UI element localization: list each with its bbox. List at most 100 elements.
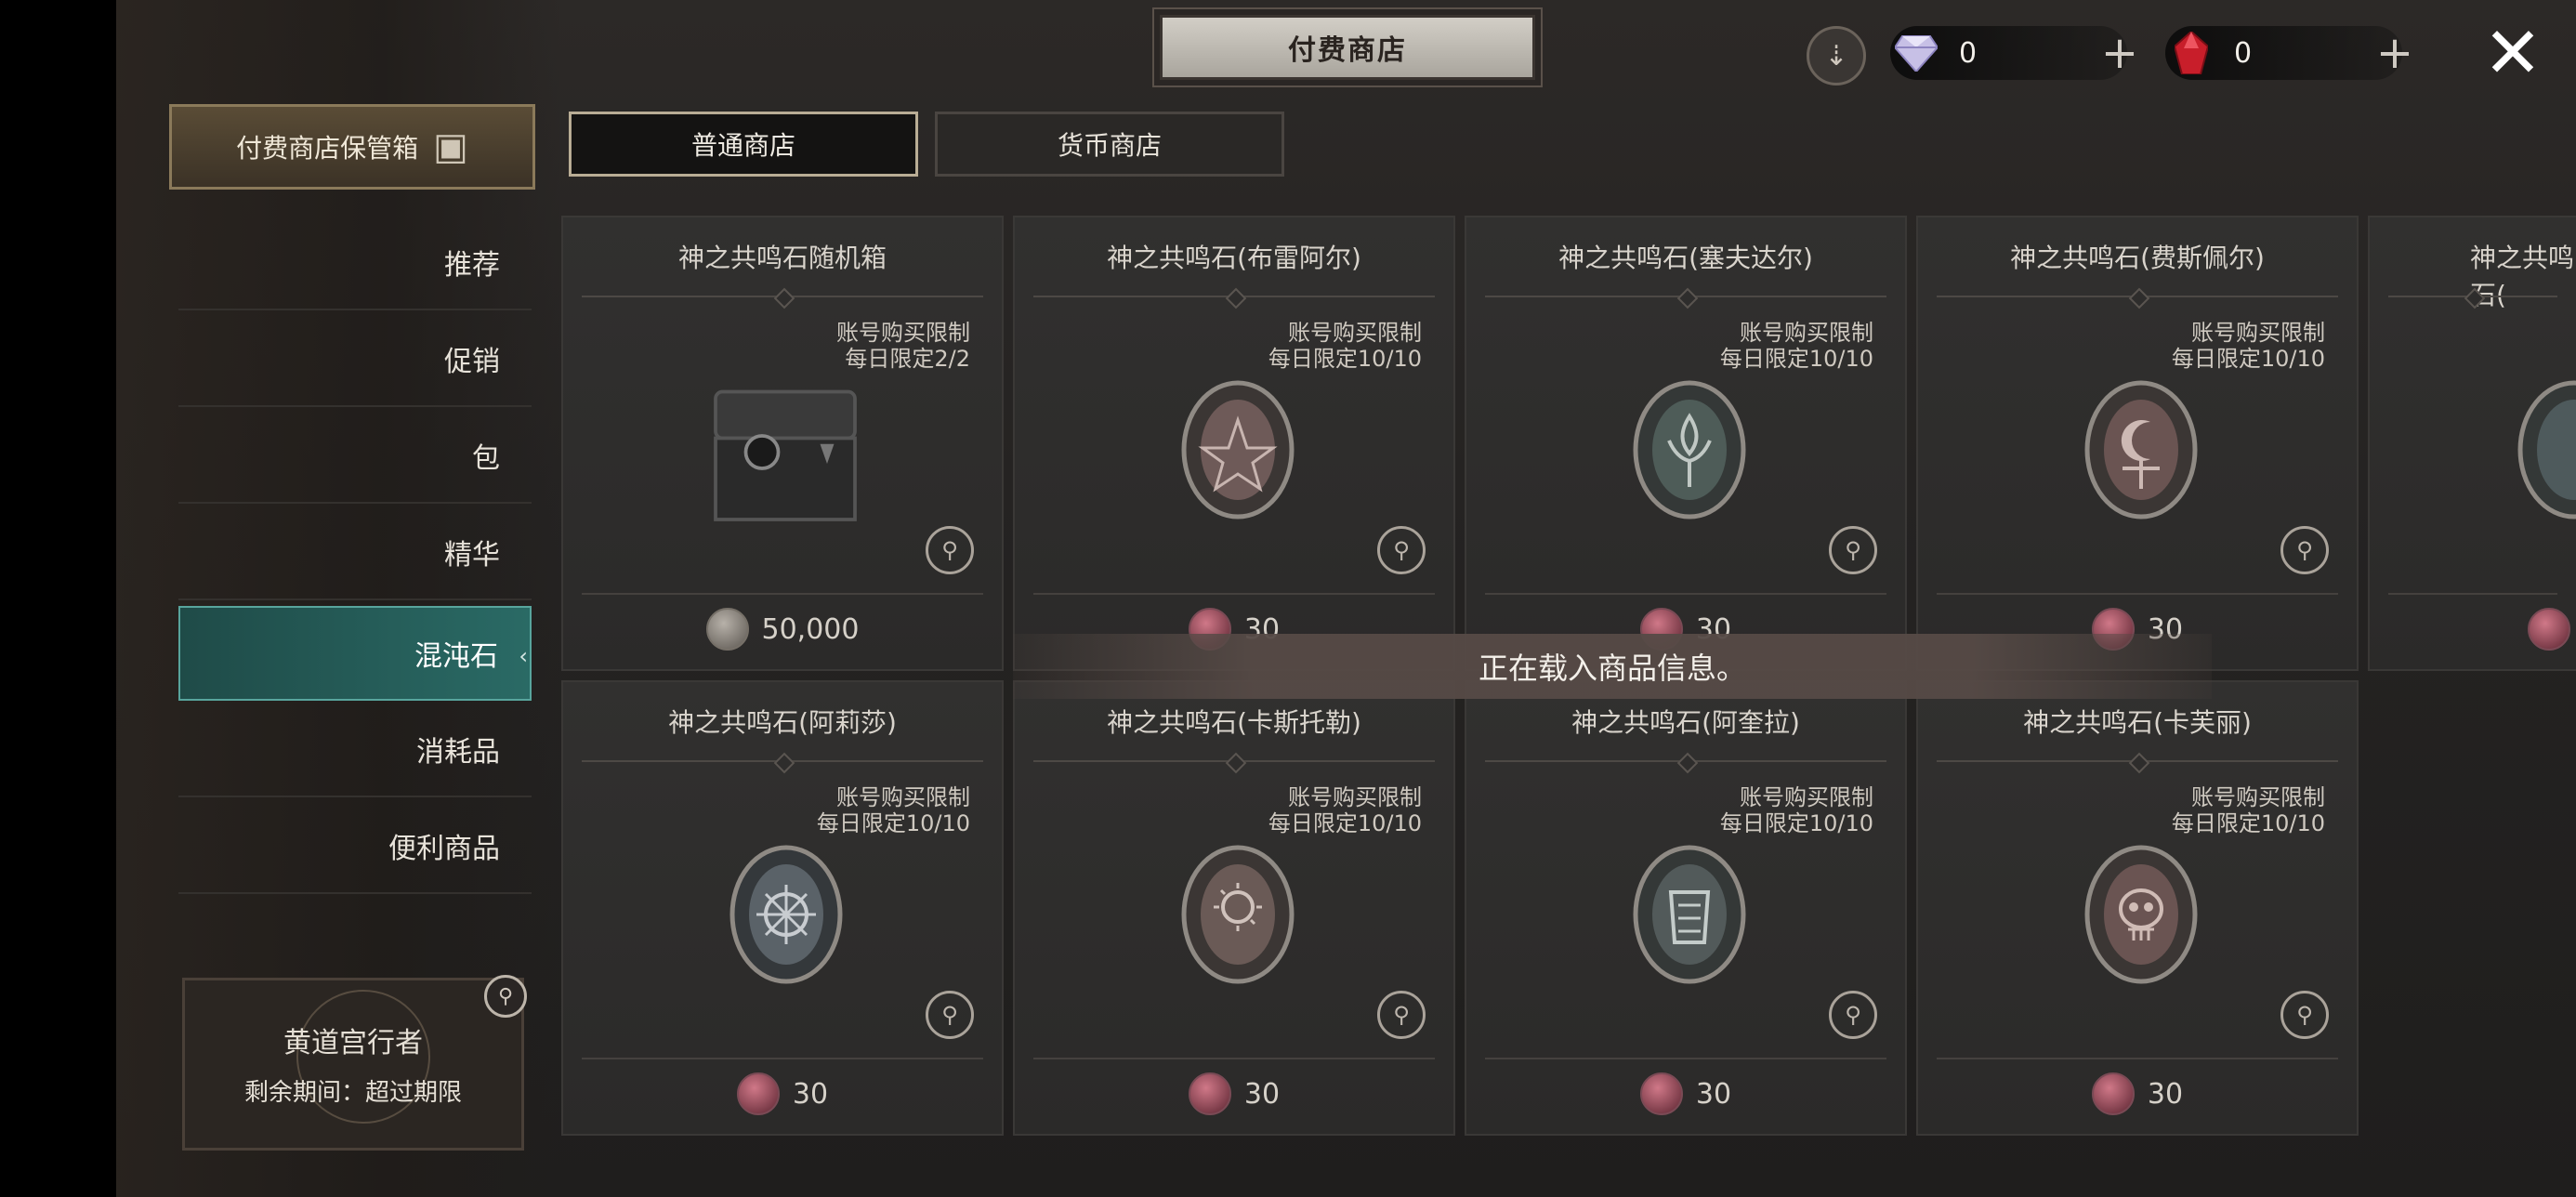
storage-box-button[interactable]: 付费商店保管箱 ▣ [169, 104, 535, 190]
ruby-coin-icon [736, 1072, 780, 1115]
product-name: 神之共鸣石(费斯佩尔) [2010, 243, 2265, 273]
sidebar-item-label: 便利商品 [388, 833, 500, 865]
divider [582, 593, 983, 595]
divider [1033, 296, 1435, 297]
magnifier-icon[interactable]: ⚲ [484, 975, 527, 1018]
magnifier-icon[interactable]: ⚲ [1377, 991, 1426, 1039]
sun-stone-icon [1181, 845, 1295, 984]
diamond-icon [1890, 27, 1942, 79]
ruby-icon [2165, 27, 2217, 79]
product-card[interactable]: 神之共鸣石(阿奎拉) 账号购买限制 每日限定10/10 ⚲ 30 [1465, 680, 1907, 1136]
add-ruby-button[interactable]: + [2368, 26, 2422, 80]
add-diamond-button[interactable]: + [2093, 26, 2147, 80]
product-card[interactable]: 神之共鸣石(布雷阿尔) 账号购买限制 每日限定10/10 ⚲ 30 [1013, 216, 1455, 671]
purchase-limit: 每日限定10/10 [2171, 346, 2325, 372]
price: 30 [563, 1072, 1002, 1115]
divider [582, 760, 983, 762]
ruby-coin-icon [1188, 1072, 1231, 1115]
product-card[interactable]: 神之共鸣石随机箱 账号购买限制 每日限定2/2 ⚲ 50,000 [561, 216, 1004, 671]
divider [2388, 296, 2557, 297]
sidebar-item-recommended[interactable]: 推荐 [178, 216, 532, 310]
loading-toast: 正在载入商品信息。 [1013, 634, 2212, 699]
price-value: 50,000 [761, 612, 860, 646]
close-button[interactable]: ✕ [2479, 11, 2546, 94]
letterbox-bar [0, 0, 116, 1197]
storage-box-label: 付费商店保管箱 [236, 133, 419, 164]
price: 30 [1466, 1072, 1905, 1115]
ruby-coin-icon [1639, 1072, 1683, 1115]
sidebar-item-label: 推荐 [444, 249, 500, 282]
price-value: 30 [1243, 1077, 1281, 1111]
sidebar-item-essence[interactable]: 精华 [178, 506, 532, 600]
divider [1485, 296, 1886, 297]
price: 30 [1918, 1072, 2357, 1115]
magnifier-icon[interactable]: ⚲ [2280, 526, 2329, 574]
price: 30 [1015, 1072, 1453, 1115]
price: 50,000 [563, 608, 1002, 651]
magnifier-icon[interactable]: ⚲ [1377, 526, 1426, 574]
price-value: 30 [1695, 1077, 1732, 1111]
download-button[interactable]: ⇣ [1807, 26, 1866, 86]
tab-currency-shop[interactable]: 货币商店 [935, 112, 1284, 177]
divider [1937, 593, 2338, 595]
product-card[interactable]: 神之共鸣石(卡芙丽) 账号购买限制 每日限定10/10 ⚲ 30 [1916, 680, 2359, 1136]
magnifier-icon[interactable]: ⚲ [926, 526, 974, 574]
ruby-count: 0 [2234, 36, 2253, 70]
magnifier-icon[interactable]: ⚲ [926, 991, 974, 1039]
purchase-limit: 每日限定10/10 [2171, 810, 2325, 836]
purchase-limit: 每日限定10/10 [1719, 810, 1873, 836]
product-card[interactable]: 神之共鸣石(卡斯托勒) 账号购买限制 每日限定10/10 ⚲ 30 [1013, 680, 1455, 1136]
moon-stone-icon [2084, 380, 2198, 520]
sidebar-item-label: 促销 [444, 346, 500, 378]
pass-period: 剩余期间：超过期限 [243, 1079, 462, 1107]
price-value: 30 [2147, 1077, 2184, 1111]
price-value: 30 [792, 1077, 829, 1111]
divider [1485, 593, 1886, 595]
pentagram-stone-icon [1181, 380, 1295, 520]
purchase-limit: 每日限定10/10 [816, 810, 970, 836]
product-card[interactable]: 神之共鸣石(费斯佩尔) 账号购买限制 每日限定10/10 ⚲ 30 [1916, 216, 2359, 671]
divider [1033, 760, 1435, 762]
diamond-count: 0 [1959, 36, 1978, 70]
silver-coin-icon [705, 608, 749, 651]
divider [582, 1058, 983, 1059]
product-name: 神之共鸣石(阿奎拉) [1571, 707, 1800, 738]
pass-card[interactable]: 黄道宫行者 剩余期间：超过期限 ⚲ [182, 975, 527, 1151]
sidebar-item-consumables[interactable]: 消耗品 [178, 703, 532, 797]
magnifier-icon[interactable]: ⚲ [1829, 526, 1877, 574]
sidebar-item-chaos-stone[interactable]: 混沌石 ‹ [178, 606, 532, 701]
sidebar-item-package[interactable]: 包 [178, 409, 532, 504]
page-title: 付费商店 [1160, 15, 1535, 80]
caret-left-icon: ‹ [519, 643, 528, 669]
divider [582, 296, 983, 297]
wing-stone-icon [1633, 845, 1746, 984]
product-name: 神之共鸣石(卡斯托勒) [1107, 707, 1361, 738]
divider [1485, 1058, 1886, 1059]
magnifier-icon[interactable]: ⚲ [1829, 991, 1877, 1039]
product-name: 神之共鸣石(阿莉莎) [668, 707, 897, 738]
divider [1033, 1058, 1435, 1059]
divider [1485, 760, 1886, 762]
sidebar-item-label: 包 [472, 442, 500, 475]
price [2370, 608, 2576, 651]
star-stone-icon [729, 845, 843, 984]
sidebar-item-label: 精华 [444, 539, 500, 572]
divider [1937, 760, 2338, 762]
chest-icon: ▣ [433, 125, 468, 168]
close-icon: ✕ [2483, 10, 2543, 94]
ruby-currency: 0 [2165, 26, 2402, 80]
product-card-partial[interactable]: 神之共鸣石( [2368, 216, 2576, 671]
purchase-limit: 每日限定10/10 [1719, 346, 1873, 372]
product-name: 神之共鸣石(塞夫达尔) [1558, 243, 1813, 273]
product-name: 神之共鸣石( [2470, 243, 2575, 310]
pass-name: 黄道宫行者 [283, 1027, 423, 1059]
sidebar-item-convenience[interactable]: 便利商品 [178, 799, 532, 894]
product-card[interactable]: 神之共鸣石(塞夫达尔) 账号购买限制 每日限定10/10 ⚲ 30 [1465, 216, 1907, 671]
sidebar-item-label: 混沌石 [414, 640, 498, 673]
sidebar-item-promotion[interactable]: 促销 [178, 312, 532, 407]
tab-general-shop[interactable]: 普通商店 [569, 112, 918, 177]
divider [1937, 296, 2338, 297]
magnifier-icon[interactable]: ⚲ [2280, 991, 2329, 1039]
ruby-coin-icon [2528, 608, 2570, 651]
product-card[interactable]: 神之共鸣石(阿莉莎) 账号购买限制 每日限定10/10 ⚲ 30 [561, 680, 1004, 1136]
